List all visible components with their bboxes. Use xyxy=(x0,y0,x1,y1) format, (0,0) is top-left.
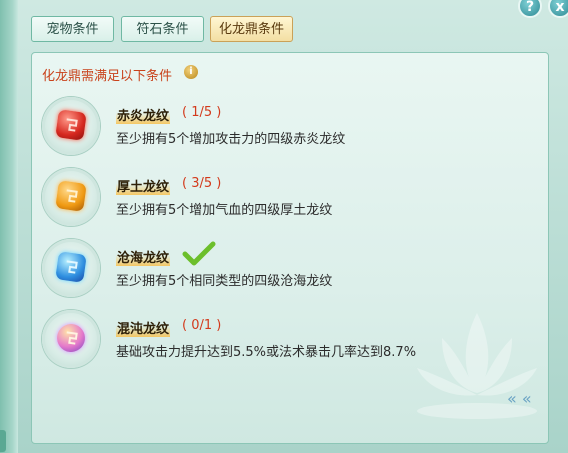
gem-medallion xyxy=(42,168,100,226)
conditions-panel: 化龙鼎需满足以下条件 i 赤炎龙纹 ( 1/5 ) 至少拥有5个增加攻击力的四级… xyxy=(31,52,549,444)
checkmark-icon xyxy=(182,241,216,266)
item-description: 至少拥有5个增加攻击力的四级赤炎龙纹 xyxy=(116,132,346,147)
item-progress: ( 0/1 ) xyxy=(182,318,222,333)
item-progress: ( 3/5 ) xyxy=(182,176,222,191)
condition-item-houtu: 厚土龙纹 ( 3/5 ) 至少拥有5个增加气血的四级厚土龙纹 xyxy=(42,168,542,228)
scroll-hint-icon: « « xyxy=(507,389,532,408)
item-progress: ( 1/5 ) xyxy=(182,105,222,120)
item-description: 至少拥有5个相同类型的四级沧海龙纹 xyxy=(116,274,333,289)
tab-dragon-cauldron-conditions[interactable]: 化龙鼎条件 xyxy=(210,16,293,42)
info-icon[interactable]: i xyxy=(184,65,198,79)
orange-dragon-gem-icon xyxy=(55,180,87,212)
chaos-dragon-gem-icon xyxy=(55,322,87,354)
help-button[interactable]: ? xyxy=(518,0,542,18)
item-name: 混沌龙纹 xyxy=(116,318,171,337)
item-name: 沧海龙纹 xyxy=(116,247,171,266)
item-description: 基础攻击力提升达到5.5%或法术暴击几率达到8.7% xyxy=(116,345,417,360)
red-dragon-gem-icon xyxy=(55,109,87,141)
gem-medallion xyxy=(42,239,100,297)
item-name: 厚土龙纹 xyxy=(116,176,171,195)
background-left-edge xyxy=(0,0,18,453)
panel-title: 化龙鼎需满足以下条件 xyxy=(42,69,173,84)
item-name: 赤炎龙纹 xyxy=(116,105,171,124)
gem-medallion xyxy=(42,97,100,155)
close-button[interactable]: x xyxy=(548,0,568,18)
blue-dragon-gem-icon xyxy=(55,251,87,283)
tab-rune-conditions[interactable]: 符石条件 xyxy=(121,16,204,42)
condition-item-canghai: 沧海龙纹 至少拥有5个相同类型的四级沧海龙纹 xyxy=(42,239,542,299)
condition-item-hundun: 混沌龙纹 ( 0/1 ) 基础攻击力提升达到5.5%或法术暴击几率达到8.7% xyxy=(42,310,542,370)
item-description: 至少拥有5个增加气血的四级厚土龙纹 xyxy=(116,203,333,218)
left-edge-tab[interactable] xyxy=(0,430,6,452)
gem-medallion xyxy=(42,310,100,368)
tab-pet-conditions[interactable]: 宠物条件 xyxy=(31,16,114,42)
condition-item-chiyan: 赤炎龙纹 ( 1/5 ) 至少拥有5个增加攻击力的四级赤炎龙纹 xyxy=(42,97,542,157)
